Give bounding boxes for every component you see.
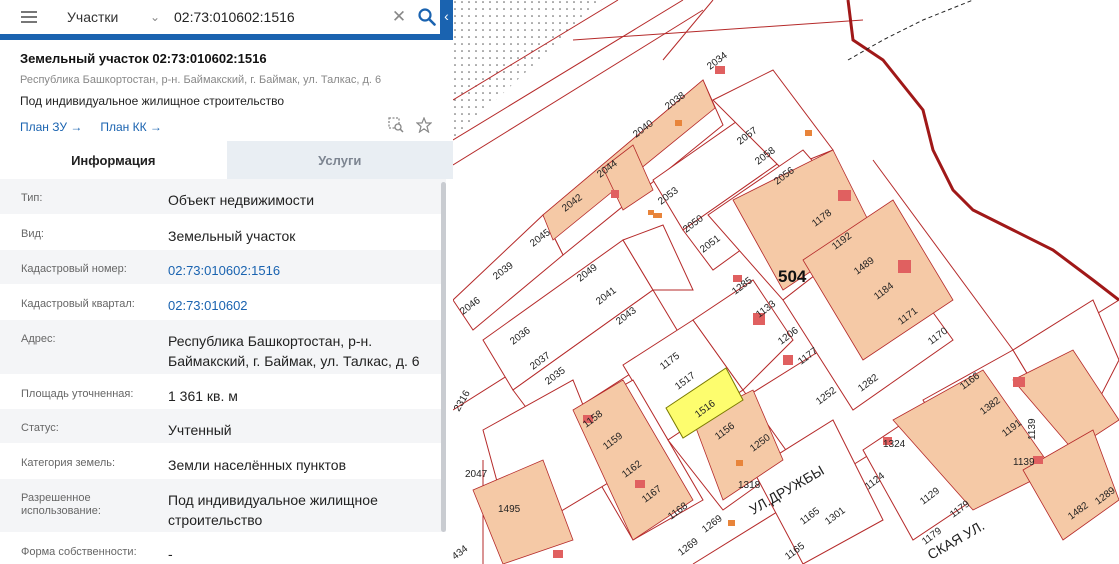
info-value: Под индивидуальное жилищное строительств… (168, 492, 378, 528)
info-key: Адрес: (21, 333, 56, 345)
info-row-status: Статус: Учтенный (0, 409, 446, 444)
info-row-land-category: Категория земель: Земли населённых пункт… (0, 444, 446, 479)
info-key: Тип: (21, 192, 43, 204)
cadastral-quarter-link[interactable]: 02:73:010602 (168, 285, 446, 319)
tab-services[interactable]: Услуги (226, 141, 453, 179)
info-value: 1 361 кв. м (168, 388, 238, 404)
svg-text:1318: 1318 (738, 480, 761, 491)
search-icon[interactable] (414, 8, 440, 26)
info-value: Земли населённых пунктов (168, 457, 347, 473)
info-row-address: Адрес: Республика Башкортостан, р-н. Бай… (0, 320, 446, 375)
svg-text:2316: 2316 (453, 388, 473, 413)
info-key: Категория земель: (21, 457, 116, 469)
info-row-type: Тип: Объект недвижимости (0, 179, 446, 215)
info-value: Объект недвижимости (168, 192, 315, 208)
menu-icon[interactable] (0, 0, 58, 34)
app-root: Участки ⌄ ✕ ‹ Земельный участок 02:73:01… (0, 0, 1119, 564)
svg-text:1139: 1139 (1027, 418, 1038, 440)
info-key: Форма собственности: (21, 546, 137, 558)
search-input[interactable] (174, 9, 384, 25)
info-row-cadastral-quarter: Кадастровый квартал: 02:73:010602 (0, 285, 446, 320)
info-table: Тип: Объект недвижимости Вид: Земельный … (0, 179, 446, 564)
info-row-ownership: Форма собственности: - (0, 533, 446, 564)
svg-text:1324: 1324 (883, 439, 906, 450)
info-key: Статус: (21, 422, 59, 434)
object-title: Земельный участок 02:73:010602:1516 (20, 51, 267, 66)
info-value: Республика Башкортостан, р-н. Баймакский… (168, 333, 420, 369)
cadastral-number-link[interactable]: 02:73:010602:1516 (168, 250, 446, 284)
info-key: Вид: (21, 228, 44, 240)
svg-text:2047: 2047 (465, 469, 488, 480)
chevron-down-icon: ⌄ (149, 10, 160, 24)
svg-text:1495: 1495 (498, 504, 521, 515)
info-key: Площадь уточненная: (21, 388, 134, 400)
svg-text:1269: 1269 (676, 536, 701, 558)
star-icon[interactable] (415, 116, 433, 136)
svg-text:1139: 1139 (1013, 457, 1035, 468)
svg-text:434: 434 (453, 543, 470, 562)
plan-kk-link[interactable]: План КК → (100, 120, 162, 134)
info-value: Земельный участок (168, 228, 296, 244)
tab-information[interactable]: Информация (0, 141, 227, 179)
zoom-to-object-icon[interactable] (388, 117, 404, 136)
object-use: Под индивидуальное жилищное строительств… (20, 94, 285, 108)
block-number-label: 504 (778, 267, 807, 286)
info-row-permitted-use: Разрешенное использование: Под индивидуа… (0, 479, 446, 533)
collapse-panel-icon[interactable]: ‹ (440, 0, 453, 34)
info-key: Кадастровый квартал: (21, 298, 135, 310)
search-type-label: Участки (67, 9, 119, 25)
plan-zu-link[interactable]: План ЗУ → (20, 120, 82, 134)
map-canvas: 2034 2038 2040 2044 2042 2045 2039 2046 … (453, 0, 1119, 564)
svg-text:1252: 1252 (814, 385, 839, 407)
info-row-cadastral-number: Кадастровый номер: 02:73:010602:1516 (0, 250, 446, 285)
info-row-kind: Вид: Земельный участок (0, 215, 446, 250)
clear-icon[interactable]: ✕ (384, 7, 414, 27)
info-key: Разрешенное использование: (21, 492, 101, 517)
search-box: Участки ⌄ ✕ (0, 0, 440, 34)
info-value: - (168, 546, 173, 562)
info-row-area: Площадь уточненная: 1 361 кв. м (0, 375, 446, 409)
cadastral-map[interactable]: 2034 2038 2040 2044 2042 2045 2039 2046 … (453, 0, 1119, 564)
panel-tabs: Информация Услуги (0, 141, 453, 179)
info-value: Учтенный (168, 422, 232, 438)
info-panel: Участки ⌄ ✕ ‹ Земельный участок 02:73:01… (0, 0, 453, 564)
svg-text:1269: 1269 (700, 513, 725, 535)
search-type-select[interactable]: Участки ⌄ (58, 9, 166, 25)
object-card: Земельный участок 02:73:010602:1516 Респ… (0, 40, 453, 136)
panel-scrollbar[interactable] (441, 182, 446, 532)
info-key: Кадастровый номер: (21, 263, 127, 275)
object-address: Республика Башкортостан, р-н. Баймакский… (20, 74, 382, 86)
search-bar: Участки ⌄ ✕ ‹ (0, 0, 453, 40)
